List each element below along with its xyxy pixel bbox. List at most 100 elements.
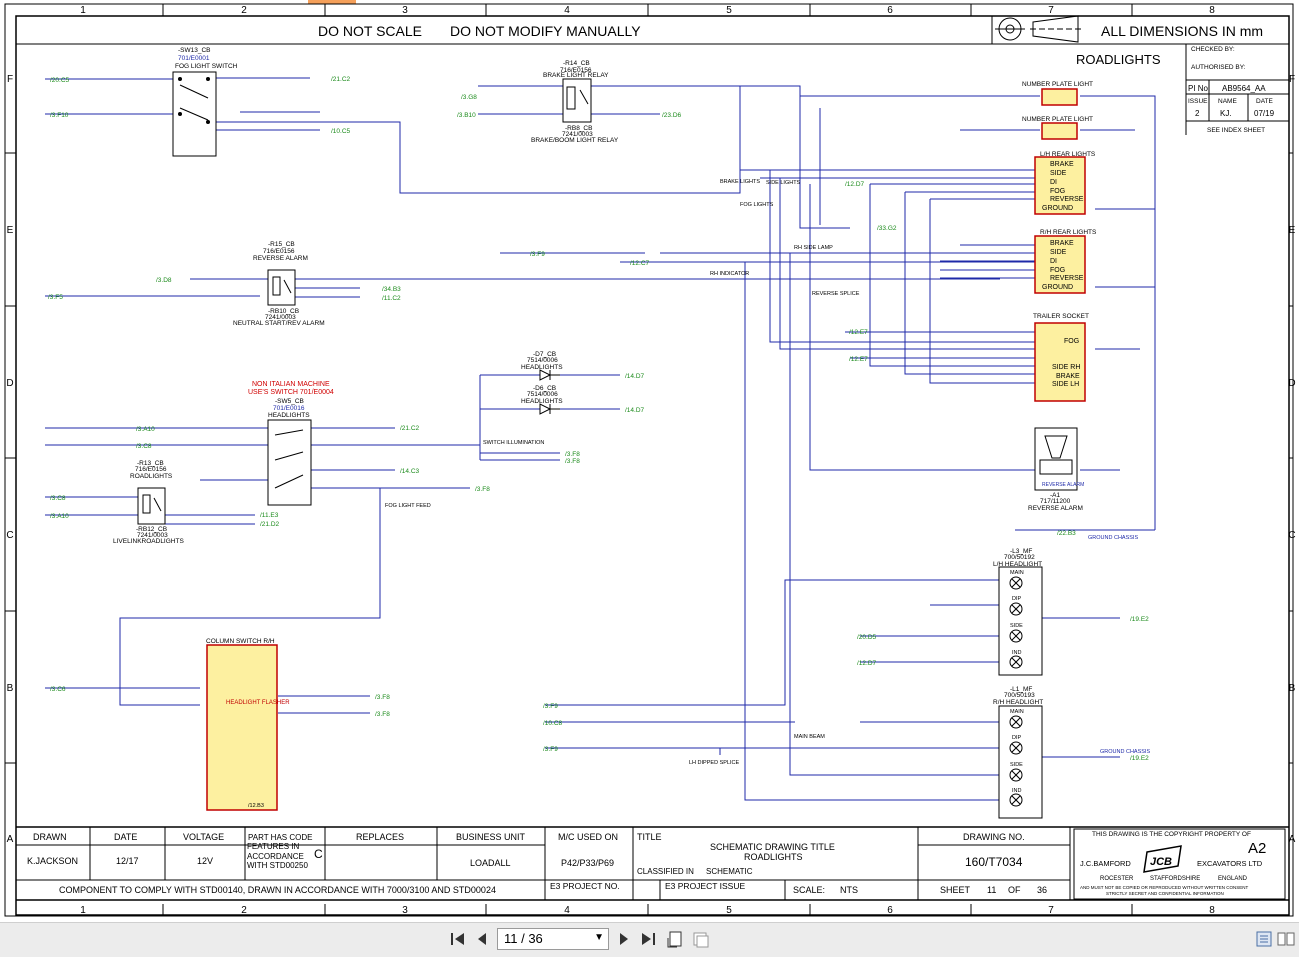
viewer-toolbar: 11 / 36 ▼ <box>0 922 1299 957</box>
number-plate-light-lower <box>1041 122 1078 140</box>
voltage-value: 12V <box>197 856 213 866</box>
title-label: TITLE <box>637 832 662 842</box>
name-value: KJ. <box>1220 109 1232 118</box>
date-label: DATE <box>114 832 137 842</box>
col-label: 3 <box>402 5 408 16</box>
trailer-item: SIDE RH <box>1052 364 1080 371</box>
rh-rear-item: FOG <box>1050 267 1065 274</box>
prev-page-icon[interactable] <box>472 929 492 949</box>
trailer-item: FOG <box>1064 338 1079 345</box>
column-switch-inner: HEADLIGHT FLASHER <box>226 700 290 706</box>
xref-label: /11.C2 <box>382 295 401 302</box>
sw13-title: FOG LIGHT SWITCH <box>175 63 238 70</box>
xref-label: /14.D7 <box>625 407 645 414</box>
row-label: A <box>7 834 14 845</box>
xref-label: /21.C2 <box>400 425 420 432</box>
rh-headlight-title: R/H HEADLIGHT <box>993 699 1043 706</box>
row-label: D <box>1288 378 1295 389</box>
sheet-label: SHEET <box>940 885 971 895</box>
next-page-icon[interactable] <box>614 929 634 949</box>
rh-rear-item: SIDE <box>1050 249 1067 256</box>
col-label: 6 <box>887 905 893 916</box>
r15-title: REVERSE ALARM <box>253 255 308 262</box>
rh-rear-item: REVERSE <box>1050 275 1084 282</box>
col-label: 5 <box>726 5 732 16</box>
col-label: 8 <box>1209 905 1215 916</box>
xref-label: /3.C6 <box>50 686 66 693</box>
xref-label: /19.E2 <box>1130 616 1149 623</box>
roadlights-relay <box>137 487 166 525</box>
xref-label: /14.D7 <box>625 373 645 380</box>
lh-headlight-item: DIP <box>1012 596 1022 602</box>
first-page-icon[interactable] <box>448 929 468 949</box>
xref-label: /3.F8 <box>475 486 490 493</box>
lh-dipped-splice-note: LH DIPPED SPLICE <box>689 760 739 766</box>
rh-headlight-item: IND <box>1012 788 1022 794</box>
part-code-text: FEATURES IN ACCORDANCE WITH STD00250 <box>247 842 308 870</box>
xref-label: /3.F8 <box>565 451 580 458</box>
rh-side-lamp-note: RH SIDE LAMP <box>794 245 833 251</box>
xref-label: /22.B3 <box>1057 530 1076 537</box>
copyright-text: THIS DRAWING IS THE COPYRIGHT PROPERTY O… <box>1092 831 1251 838</box>
sheet-value: 11 <box>987 885 996 895</box>
rh-rear-title: R/H REAR LIGHTS <box>1040 229 1097 236</box>
xref-label: /3.C8 <box>50 495 66 502</box>
xref-label: /3.B10 <box>457 112 476 119</box>
business-unit-label: BUSINESS UNIT <box>456 832 526 842</box>
lh-rear-item: DI <box>1050 179 1057 186</box>
column-switch-title: COLUMN SWITCH R/H <box>206 638 275 645</box>
facing-pages-icon[interactable] <box>1276 929 1296 949</box>
row-label: C <box>1288 530 1295 541</box>
col-label: 2 <box>241 5 247 16</box>
r14-ref: -R14_CB <box>563 60 590 67</box>
no-scale-text: DO NOT SCALE <box>318 23 422 39</box>
d6-part: 7514/0006 <box>527 391 558 398</box>
compliance-note: COMPONENT TO COMPLY WITH STD00140, DRAWN… <box>59 885 496 895</box>
row-label: B <box>1289 683 1296 694</box>
row-label: E <box>7 225 14 236</box>
lh-rear-item: FOG <box>1050 188 1065 195</box>
col-label: 1 <box>80 905 86 916</box>
d7-part: 7514/0006 <box>527 357 558 364</box>
row-label: B <box>7 683 14 694</box>
fit-width-icon[interactable] <box>690 929 710 949</box>
reverse-alarm-horn: REVERSE ALARM <box>1034 427 1084 491</box>
col-label: 6 <box>887 5 893 16</box>
number-plate-title: NUMBER PLATE LIGHT <box>1022 116 1093 123</box>
xref-label: /3.F8 <box>375 711 390 718</box>
xref-label: /3.F9 <box>543 703 558 710</box>
scale-label: SCALE: <box>793 885 825 895</box>
title-line1: SCHEMATIC DRAWING TITLE <box>710 842 835 852</box>
row-label: A <box>1289 834 1296 845</box>
xref-label: /3.F9 <box>530 251 545 258</box>
page-selector[interactable]: 11 / 36 ▼ <box>497 928 609 950</box>
rh-headlight-item: DIP <box>1012 735 1022 741</box>
column-switch-ref: /12.B3 <box>248 803 264 809</box>
rh-headlight: MAIN DIP SIDE IND <box>998 705 1043 819</box>
switch-illumination-note: SWITCH ILLUMINATION <box>483 440 544 446</box>
authorised-by-label: AUTHORISED BY: <box>1191 64 1246 71</box>
single-page-icon[interactable] <box>1254 929 1274 949</box>
sw5-ref: -SW5_CB <box>275 398 304 405</box>
fit-page-icon[interactable] <box>665 929 685 949</box>
sw5-title: HEADLIGHTS <box>268 412 310 419</box>
reverse-splice-note: REVERSE SPLICE <box>812 291 860 297</box>
fog-lights-note: FOG LIGHTS <box>740 202 774 208</box>
mc-used-label: M/C USED ON <box>558 832 618 842</box>
last-page-icon[interactable] <box>638 929 658 949</box>
lh-headlight-part: 700/50192 <box>1004 554 1035 561</box>
drawn-value: K.JACKSON <box>27 856 78 866</box>
of-value: 36 <box>1037 885 1047 895</box>
address-3: ENGLAND <box>1218 876 1248 882</box>
row-label: F <box>1289 74 1295 85</box>
xref-label: /10.C5 <box>331 128 351 135</box>
xref-label: /3.A10 <box>136 426 155 433</box>
drawing-no-label: DRAWING NO. <box>963 832 1025 842</box>
r13-title: ROADLIGHTS <box>130 473 173 480</box>
rh-indicator-note: RH INDICATOR <box>710 271 749 277</box>
no-modify-text: DO NOT MODIFY MANUALLY <box>450 23 641 39</box>
xref-label: /23.D6 <box>662 112 682 119</box>
business-unit-value: LOADALL <box>470 858 511 868</box>
xref-label: /21.C2 <box>331 76 351 83</box>
xref-label: /11.E3 <box>260 512 279 519</box>
